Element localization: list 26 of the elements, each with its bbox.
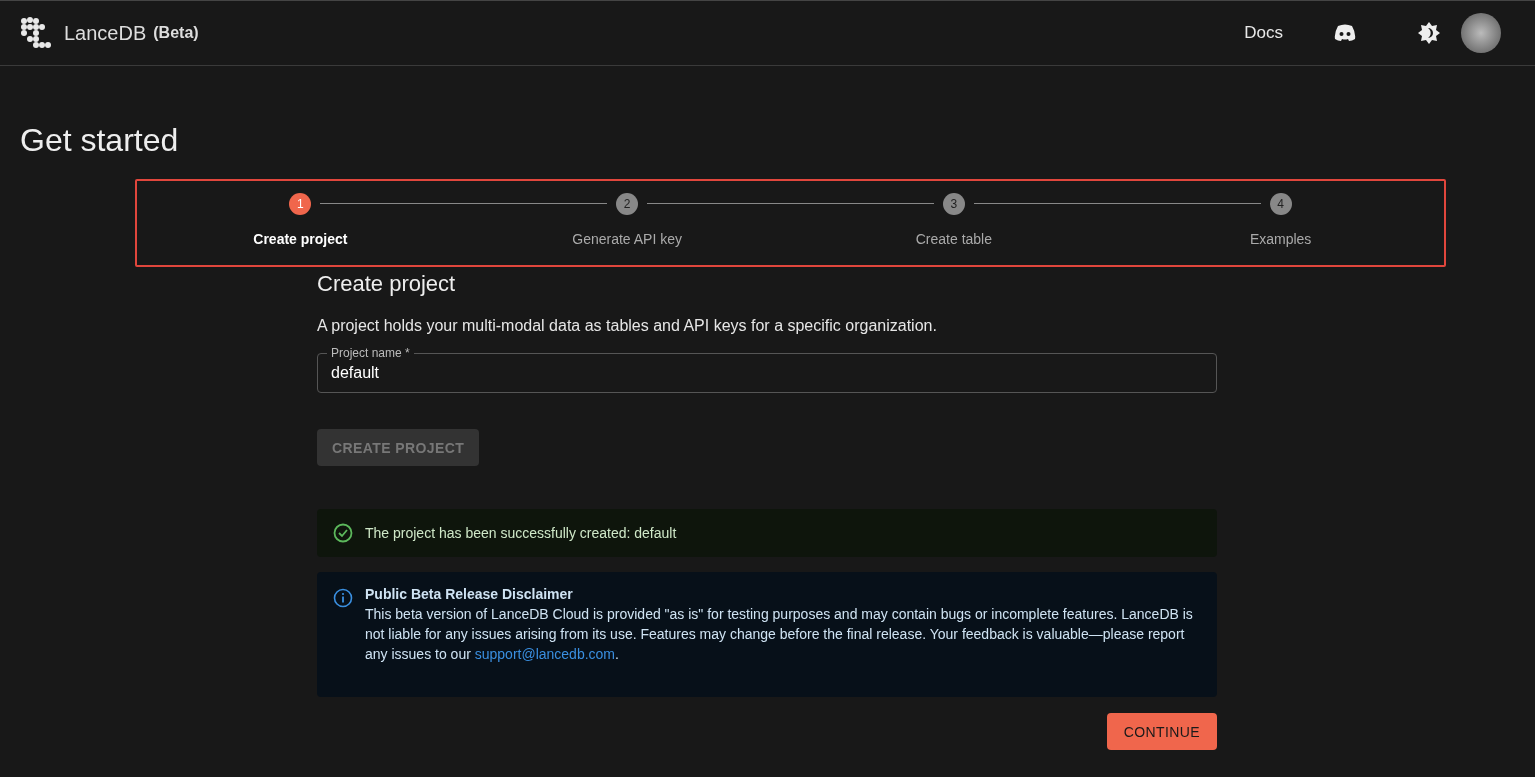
step-number[interactable]: 3: [942, 193, 965, 215]
step-label[interactable]: Create table: [915, 231, 992, 247]
logo-icon: [20, 17, 52, 49]
chat-icon[interactable]: [1333, 24, 1357, 42]
step-label[interactable]: Examples: [1249, 231, 1312, 247]
support-email-link[interactable]: support@lancedb.com: [474, 646, 616, 662]
step-number[interactable]: 4: [1269, 193, 1292, 215]
step-label[interactable]: Generate API key: [572, 231, 682, 247]
avatar[interactable]: [1461, 13, 1501, 53]
section-heading: Create project: [317, 271, 457, 297]
section-description: A project holds your multi-modal data as tables and API keys for a specific organization.: [317, 317, 938, 335]
page-title: Get started: [20, 122, 180, 159]
step-label[interactable]: Create project: [253, 231, 348, 247]
alert-title: Public Beta Release Disclaimer: [365, 586, 574, 602]
step-number[interactable]: 2: [616, 193, 639, 215]
info-icon: [333, 588, 353, 608]
continue-button[interactable]: CONTINUE: [1106, 713, 1217, 750]
step-number[interactable]: 1: [289, 193, 312, 215]
success-message: The project has been successfully created: default: [365, 525, 677, 541]
disclaimer-text: This beta version of LanceDB Cloud is provided "as is" for testing purposes and may contain bugs or incomplete features. LanceDB is not liable for any issues arising from its use. Features may change before the final release. Your feedback is valuable—please report any issues to our support@lancedb.com.: [365, 605, 1194, 664]
field-label: Project name *: [327, 346, 414, 360]
brand-name: LanceDB: [64, 21, 147, 45]
theme-icon[interactable]: [1417, 21, 1441, 45]
check-circle-icon: [333, 523, 353, 543]
beta-label: (Beta): [153, 24, 199, 42]
docs-link[interactable]: Docs: [1244, 23, 1283, 43]
